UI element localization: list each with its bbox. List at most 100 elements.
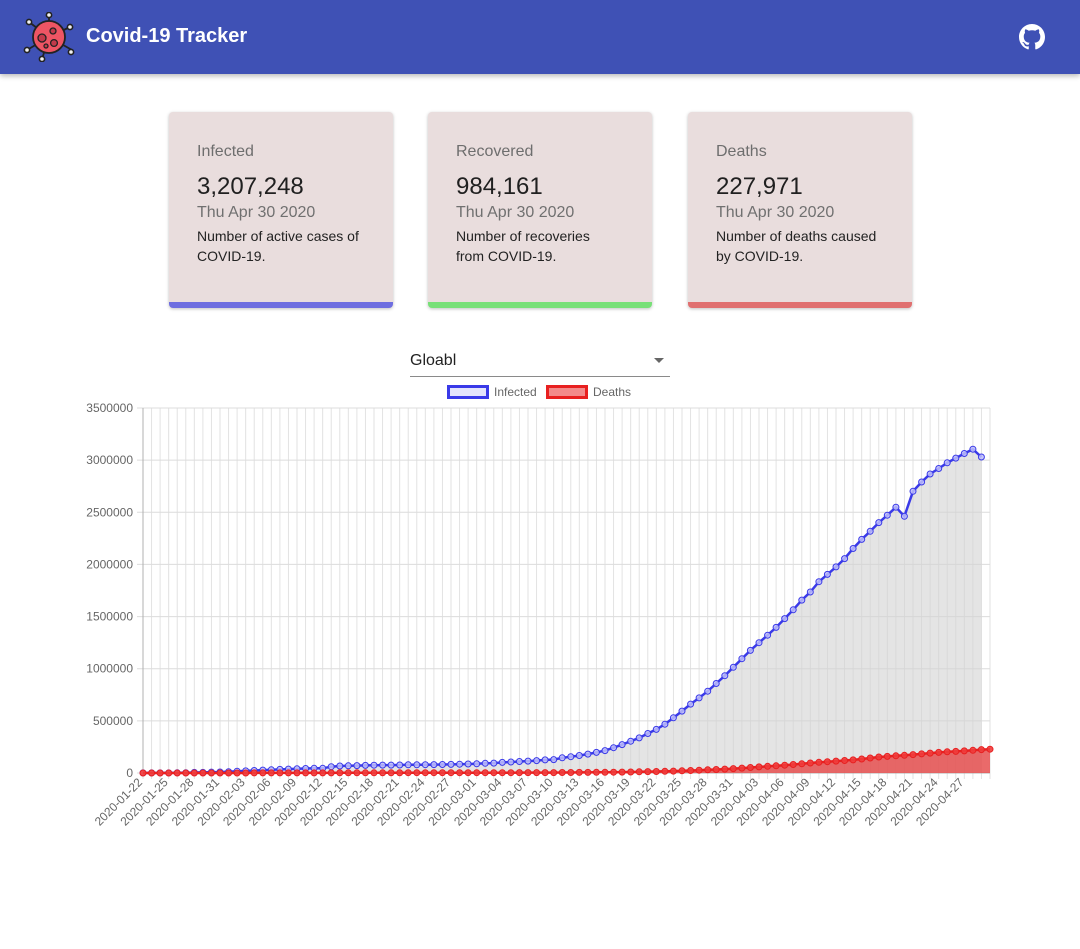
data-point-infected	[421, 761, 429, 769]
data-point-infected	[533, 757, 541, 765]
data-point-deaths	[584, 768, 592, 776]
data-point-deaths	[250, 769, 258, 777]
data-point-deaths	[327, 769, 335, 777]
data-point-deaths	[370, 769, 378, 777]
data-point-infected	[712, 680, 720, 687]
data-point-deaths	[712, 766, 720, 773]
data-point-deaths	[806, 759, 814, 767]
data-point-infected	[704, 687, 712, 695]
data-point-deaths	[678, 767, 686, 775]
data-point-deaths	[755, 763, 763, 771]
data-point-deaths	[319, 769, 327, 777]
data-point-deaths	[986, 745, 994, 753]
data-point-deaths	[652, 768, 660, 775]
data-point-infected	[541, 756, 549, 764]
data-point-infected	[755, 639, 763, 647]
data-point-deaths	[379, 769, 387, 777]
data-point-deaths	[721, 765, 729, 773]
data-point-deaths	[772, 762, 780, 770]
data-point-deaths	[558, 769, 566, 776]
data-point-infected	[652, 725, 660, 733]
data-point-infected	[353, 762, 361, 770]
data-point-deaths	[635, 768, 643, 776]
y-tick-label: 1000000	[86, 662, 133, 676]
data-point-infected	[601, 747, 609, 755]
data-point-deaths	[764, 762, 772, 770]
data-point-infected	[729, 663, 737, 671]
data-point-deaths	[969, 746, 977, 754]
data-point-infected	[721, 672, 729, 680]
data-point-infected	[627, 737, 635, 745]
data-point-deaths	[267, 769, 275, 777]
data-point-infected	[858, 535, 866, 543]
data-point-infected	[336, 762, 344, 770]
data-point-infected	[909, 487, 917, 495]
data-point-infected	[866, 527, 874, 535]
y-tick-label: 3000000	[86, 453, 133, 467]
data-point-infected	[610, 744, 618, 752]
data-point-infected	[404, 761, 412, 769]
data-point-deaths	[430, 769, 438, 777]
data-point-infected	[396, 761, 404, 769]
data-point-infected	[960, 450, 968, 457]
data-point-infected	[832, 563, 840, 571]
data-point-infected	[507, 758, 515, 766]
data-point-deaths	[456, 769, 464, 777]
data-point-infected	[618, 741, 626, 749]
data-point-deaths	[875, 753, 883, 761]
data-point-deaths	[199, 769, 207, 777]
data-point-deaths	[729, 765, 737, 773]
data-point-infected	[524, 757, 532, 765]
data-point-deaths	[592, 768, 600, 776]
data-point-deaths	[695, 766, 703, 774]
data-point-deaths	[687, 767, 695, 774]
data-point-deaths	[618, 768, 626, 776]
data-point-infected	[952, 454, 960, 462]
data-point-infected	[567, 753, 575, 761]
data-point-deaths	[404, 769, 412, 777]
data-point-deaths	[952, 747, 960, 755]
data-point-infected	[438, 761, 446, 768]
data-point-deaths	[601, 768, 609, 776]
data-point-infected	[669, 714, 677, 722]
data-point-deaths	[977, 746, 985, 754]
data-point-infected	[883, 511, 891, 519]
data-point-infected	[447, 760, 455, 768]
data-point-deaths	[661, 767, 669, 775]
data-point-infected	[361, 761, 369, 769]
data-point-infected	[592, 748, 600, 756]
data-point-deaths	[524, 769, 532, 777]
data-point-deaths	[473, 769, 481, 777]
data-point-infected	[841, 555, 849, 563]
data-point-infected	[490, 759, 498, 767]
data-point-deaths	[832, 757, 840, 765]
data-point-infected	[900, 512, 908, 520]
data-point-deaths	[960, 747, 968, 755]
data-point-deaths	[738, 764, 746, 772]
data-point-infected	[935, 465, 943, 472]
data-point-deaths	[746, 764, 754, 771]
data-point-infected	[687, 700, 695, 708]
data-point-deaths	[293, 769, 301, 777]
data-point-deaths	[892, 752, 900, 760]
data-point-deaths	[849, 756, 857, 764]
data-point-infected	[918, 478, 926, 486]
data-point-infected	[584, 750, 592, 758]
data-point-deaths	[935, 748, 943, 756]
data-point-infected	[344, 762, 352, 770]
data-point-deaths	[225, 769, 233, 777]
data-point-deaths	[704, 766, 712, 774]
data-point-infected	[738, 655, 746, 663]
data-point-infected	[781, 615, 789, 623]
data-point-infected	[892, 503, 900, 511]
data-point-deaths	[644, 768, 652, 776]
data-point-deaths	[575, 768, 583, 776]
data-point-infected	[464, 760, 472, 768]
data-point-infected	[430, 761, 438, 769]
data-point-infected	[481, 759, 489, 767]
data-point-infected	[977, 453, 985, 461]
data-point-deaths	[866, 754, 874, 762]
data-point-infected	[387, 761, 395, 769]
data-point-deaths	[815, 758, 823, 766]
data-point-infected	[473, 760, 481, 768]
